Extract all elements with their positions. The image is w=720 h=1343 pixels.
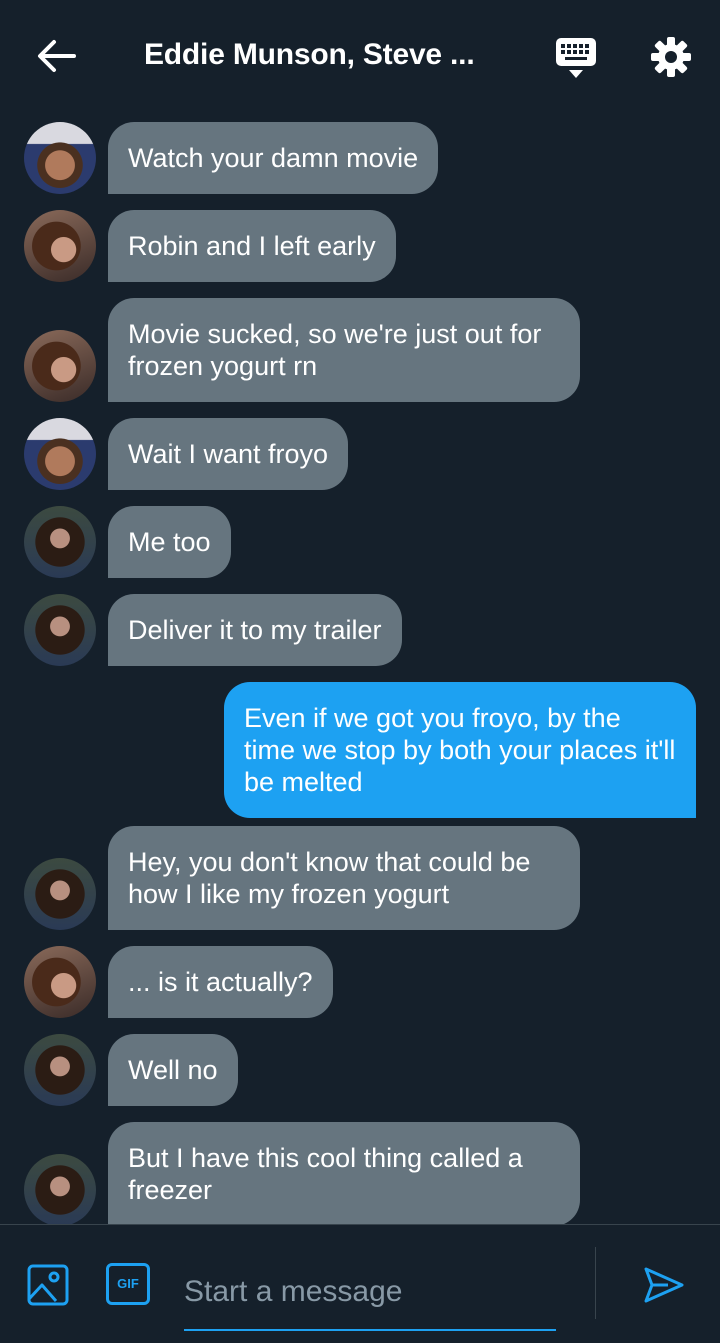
- divider: [595, 1247, 596, 1319]
- avatar[interactable]: [24, 506, 96, 578]
- gif-icon[interactable]: GIF: [106, 1263, 150, 1305]
- conversation-header: Eddie Munson, Steve ...: [0, 0, 720, 112]
- avatar[interactable]: [24, 210, 96, 282]
- image-icon[interactable]: [26, 1263, 70, 1307]
- avatar[interactable]: [24, 122, 96, 194]
- conversation-title[interactable]: Eddie Munson, Steve ...: [144, 38, 534, 72]
- message-bubble[interactable]: Me too: [108, 506, 231, 578]
- message-list[interactable]: Watch your damn movie Robin and I left e…: [0, 112, 720, 1224]
- avatar[interactable]: [24, 594, 96, 666]
- message-bubble[interactable]: Deliver it to my trailer: [108, 594, 402, 666]
- message-input[interactable]: [184, 1255, 556, 1331]
- avatar[interactable]: [24, 858, 96, 930]
- message-bubble[interactable]: Well no: [108, 1034, 238, 1106]
- message-bubble[interactable]: Hey, you don't know that could be how I …: [108, 826, 580, 930]
- keyboard-icon[interactable]: [552, 36, 600, 80]
- message-bubble[interactable]: Even if we got you froyo, by the time we…: [224, 682, 696, 818]
- send-icon[interactable]: [642, 1263, 686, 1307]
- avatar[interactable]: [24, 1154, 96, 1224]
- avatar[interactable]: [24, 1034, 96, 1106]
- dm-conversation-screen: Eddie Munson, Steve ... Watch your damn …: [0, 0, 720, 1343]
- message-bubble[interactable]: ... is it actually?: [108, 946, 333, 1018]
- message-bubble[interactable]: Wait I want froyo: [108, 418, 349, 490]
- gear-icon[interactable]: [650, 36, 692, 78]
- message-bubble[interactable]: Watch your damn movie: [108, 122, 439, 194]
- message-bubble[interactable]: But I have this cool thing called a free…: [108, 1122, 580, 1224]
- avatar[interactable]: [24, 946, 96, 1018]
- message-bubble[interactable]: Robin and I left early: [108, 210, 396, 282]
- back-arrow-icon[interactable]: [34, 36, 78, 76]
- message-bubble[interactable]: Movie sucked, so we're just out for froz…: [108, 298, 580, 402]
- avatar[interactable]: [24, 330, 96, 402]
- avatar[interactable]: [24, 418, 96, 490]
- message-composer: GIF: [0, 1224, 720, 1343]
